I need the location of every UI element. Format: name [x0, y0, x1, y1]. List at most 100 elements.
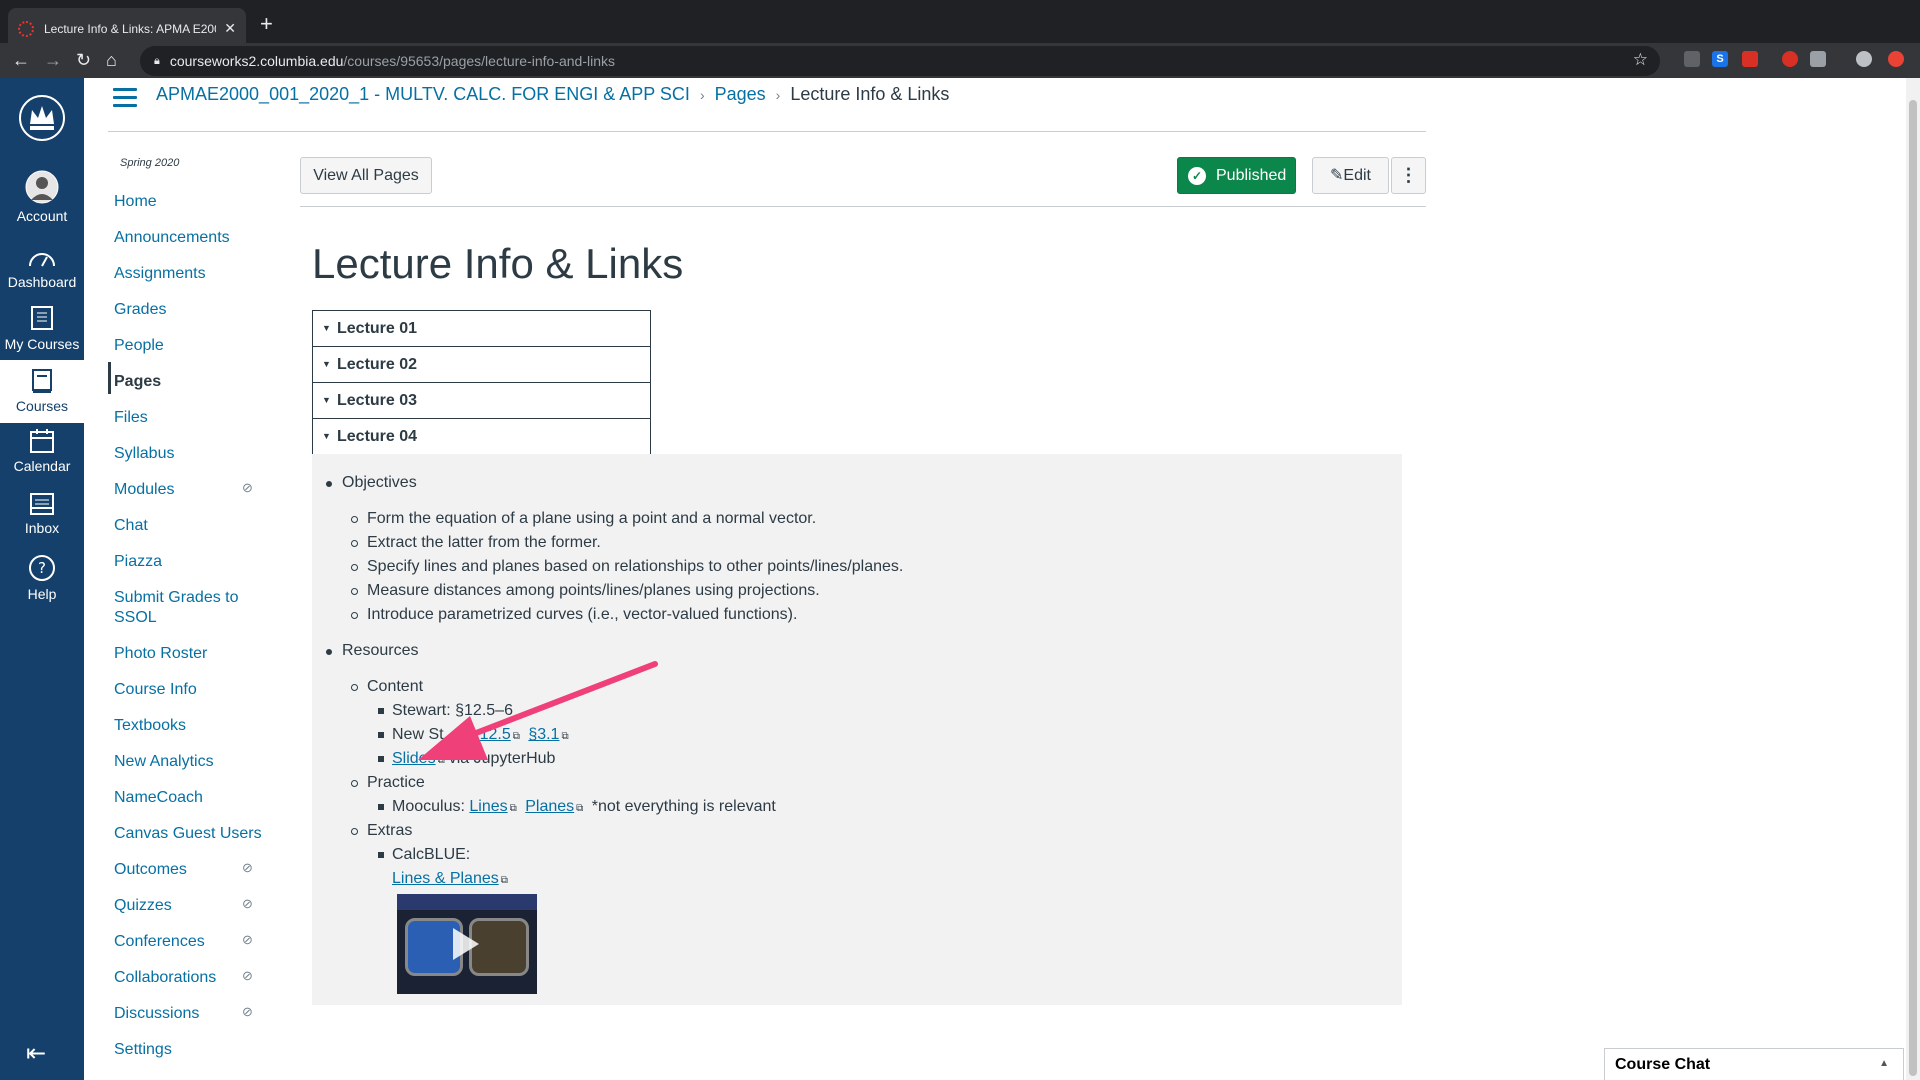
calcblue-lines-planes-link[interactable]: Lines & Planes: [392, 870, 499, 887]
course-nav-piazza[interactable]: Piazza: [114, 552, 274, 572]
course-menu-toggle[interactable]: [113, 88, 137, 112]
global-nav-calendar[interactable]: Calendar: [0, 428, 84, 474]
columbia-crown-logo[interactable]: [18, 94, 66, 142]
resources-heading: Resources: [342, 642, 419, 659]
course-nav-canvas-guest-users[interactable]: Canvas Guest Users: [114, 824, 274, 844]
global-nav-courses[interactable]: Courses: [0, 360, 84, 423]
course-nav-grades[interactable]: Grades: [114, 300, 274, 320]
course-nav-announcements[interactable]: Announcements: [114, 228, 274, 248]
back-icon[interactable]: ←: [12, 49, 30, 71]
practice-heading: Practice: [367, 774, 425, 791]
published-button[interactable]: ✓ Published: [1177, 157, 1296, 194]
course-nav-settings[interactable]: Settings: [114, 1040, 274, 1060]
extension-s-icon[interactable]: S: [1712, 51, 1728, 67]
mooculus-planes-link[interactable]: Planes: [525, 798, 574, 815]
global-nav-label: Courses: [15, 398, 69, 414]
slides-link[interactable]: Slides: [392, 750, 436, 767]
url-path: /courses/95653/pages/lecture-info-and-li…: [343, 53, 615, 69]
global-nav-my-courses[interactable]: My Courses: [0, 304, 84, 352]
triangle-down-icon: ▼: [322, 395, 331, 405]
bullet: [326, 481, 332, 487]
global-nav-help[interactable]: ? Help: [0, 554, 84, 602]
lecture-label: Lecture 02: [337, 356, 418, 373]
global-nav-inbox[interactable]: Inbox: [0, 492, 84, 536]
global-nav-label: Dashboard: [7, 274, 77, 290]
course-nav-assignments[interactable]: Assignments: [114, 264, 274, 284]
canvas-favicon-icon: [18, 20, 34, 37]
published-label: Published: [1216, 167, 1287, 184]
bullet: [326, 649, 332, 655]
collapse-nav-icon[interactable]: ⇤: [26, 1039, 46, 1068]
bullet: [351, 516, 358, 523]
hidden-eye-icon: ⊘: [242, 896, 253, 911]
global-nav-label: My Courses: [4, 336, 80, 352]
objectives-heading: Objectives: [342, 474, 417, 491]
hidden-eye-icon: ⊘: [242, 932, 253, 947]
lecture-accordion-04[interactable]: ▼ Lecture 04: [312, 418, 651, 455]
home-icon[interactable]: ⌂: [106, 49, 117, 71]
profile-avatar[interactable]: [1856, 51, 1872, 67]
dashboard-icon: [29, 253, 55, 267]
edit-label: Edit: [1343, 167, 1371, 184]
breadcrumb-course[interactable]: APMAE2000_001_2020_1 - MULTV. CALC. FOR …: [156, 84, 690, 104]
course-chat-panel[interactable]: Course Chat ▲: [1604, 1048, 1904, 1080]
close-tab-icon[interactable]: ✕: [224, 20, 236, 37]
extension-calendar-icon[interactable]: [1742, 51, 1758, 67]
course-nav-namecoach[interactable]: NameCoach: [114, 788, 274, 808]
lecture-label: Lecture 01: [337, 320, 418, 337]
play-icon: [453, 928, 479, 960]
calendar-icon: [30, 429, 54, 453]
bullet: [351, 684, 358, 691]
view-all-pages-button[interactable]: View All Pages: [300, 157, 432, 194]
edit-button[interactable]: ✎Edit: [1312, 157, 1389, 194]
lecture-accordion-03[interactable]: ▼ Lecture 03: [312, 382, 651, 419]
bullet: [351, 780, 358, 787]
address-bar[interactable]: 🔒︎ courseworks2.columbia.edu/courses/956…: [140, 46, 1660, 76]
extension-grid-icon[interactable]: [1810, 51, 1826, 67]
global-nav-label: Help: [27, 586, 57, 602]
lecture-accordion-01[interactable]: ▼ Lecture 01: [312, 310, 651, 347]
triangle-down-icon: ▼: [322, 359, 331, 369]
video-thumbnail[interactable]: [397, 894, 537, 994]
new-tab-button[interactable]: +: [260, 12, 273, 36]
caret-up-icon[interactable]: ▲: [1879, 1058, 1889, 1069]
hidden-eye-icon: ⊘: [242, 1004, 253, 1019]
bullet: [378, 756, 384, 762]
bullet: [351, 828, 358, 835]
page-scrollbar[interactable]: [1906, 78, 1920, 1080]
new-stewart-link-3-1[interactable]: §3.1: [528, 726, 559, 743]
course-nav-course-info[interactable]: Course Info: [114, 680, 274, 700]
breadcrumb-pages[interactable]: Pages: [715, 84, 766, 104]
extension-icon[interactable]: [1684, 51, 1700, 67]
more-options-button[interactable]: ⋮: [1391, 157, 1426, 194]
forward-icon[interactable]: →: [44, 49, 62, 71]
course-nav-textbooks[interactable]: Textbooks: [114, 716, 274, 736]
new-stewart-link-12-5[interactable]: 12.5: [480, 726, 511, 743]
course-nav-files[interactable]: Files: [114, 408, 274, 428]
global-nav-account[interactable]: Account: [0, 170, 84, 224]
course-nav-new-analytics[interactable]: New Analytics: [114, 752, 274, 772]
extension-bug-icon[interactable]: [1782, 51, 1798, 67]
bookmark-star-icon[interactable]: ☆: [1633, 50, 1648, 70]
toolbar-divider: [300, 206, 1426, 207]
external-link-icon: ⧉: [509, 803, 517, 814]
external-link-icon: ⧉: [500, 875, 508, 886]
course-chat-label: Course Chat: [1615, 1056, 1711, 1073]
course-nav-submit-grades[interactable]: Submit Grades to SSOL: [114, 588, 254, 628]
course-nav-syllabus[interactable]: Syllabus: [114, 444, 274, 464]
new-stewart-line: New St 12.5 ⧉ §3.1 ⧉: [392, 725, 573, 747]
slides-line: Slides ⧉ via JupyterHub: [392, 749, 555, 771]
course-nav-photo-roster[interactable]: Photo Roster: [114, 644, 274, 664]
course-nav-pages[interactable]: Pages: [114, 372, 274, 392]
mooculus-lines-link[interactable]: Lines: [469, 798, 507, 815]
course-nav-home[interactable]: Home: [114, 192, 274, 212]
new-stewart-label: New St: [392, 726, 444, 743]
course-nav-chat[interactable]: Chat: [114, 516, 274, 536]
lecture-accordion-02[interactable]: ▼ Lecture 02: [312, 346, 651, 383]
reload-icon[interactable]: ↻: [76, 49, 91, 71]
extension-red-icon[interactable]: [1888, 51, 1904, 67]
bullet: [351, 564, 358, 571]
global-nav-dashboard[interactable]: Dashboard: [0, 248, 84, 290]
bullet: [351, 588, 358, 595]
course-nav-people[interactable]: People: [114, 336, 274, 356]
